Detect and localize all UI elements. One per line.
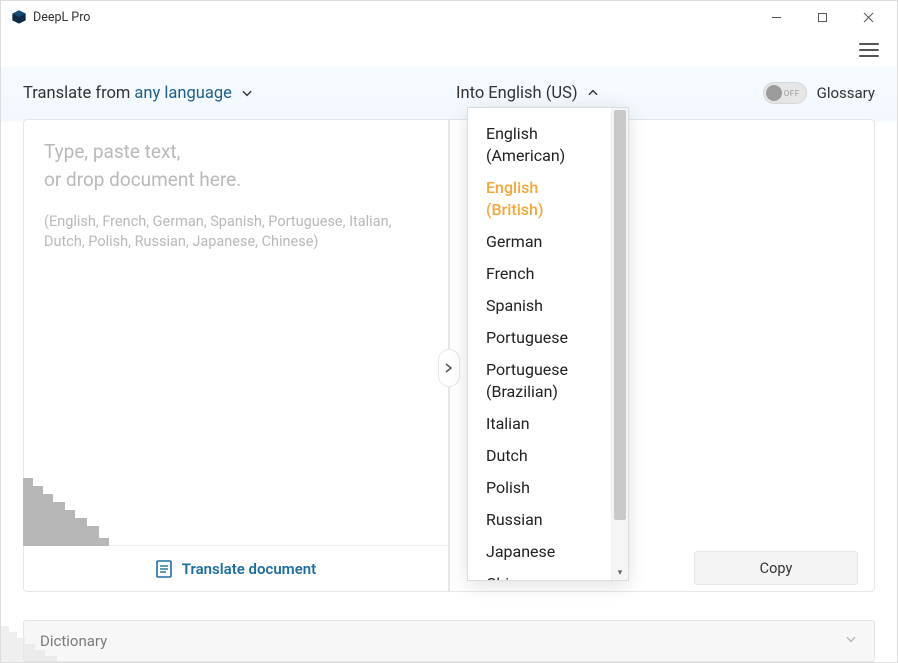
dropdown-item[interactable]: Portuguese [468,322,611,354]
dropdown-item[interactable]: Chinese [468,568,611,580]
watermark-icon [23,468,109,546]
dropdown-item[interactable]: German [468,226,611,258]
translation-body: Type, paste text, or drop document here.… [1,119,897,606]
dropdown-item[interactable]: Japanese [468,536,611,568]
scroll-down-arrow-icon[interactable]: ▾ [612,568,628,578]
corner-watermark-icon [1,620,57,662]
hamburger-menu-icon[interactable] [859,43,879,57]
copy-button[interactable]: Copy [694,551,858,585]
placeholder-line-2: or drop document here. [44,166,428,194]
language-header: Translate from any language Into English… [1,67,897,119]
app-logo-icon [11,9,27,25]
source-textarea[interactable]: Type, paste text, or drop document here.… [24,120,448,545]
toggle-knob [766,85,782,101]
dropdown-item[interactable]: Polish [468,472,611,504]
maximize-button[interactable] [799,1,845,33]
title-bar: DeepL Pro [1,1,897,33]
app-window: DeepL Pro Translate from any language In… [0,0,898,663]
close-button[interactable] [845,1,891,33]
minimize-button[interactable] [753,1,799,33]
dropdown-list[interactable]: English (American)English (British)Germa… [468,108,611,580]
chevron-down-icon [844,632,858,650]
glossary-toggle[interactable]: OFF [763,82,807,104]
dropdown-item[interactable]: Italian [468,408,611,440]
header-right: OFF Glossary [763,82,875,104]
source-pane: Type, paste text, or drop document here.… [23,119,449,592]
translate-document-button[interactable]: Translate document [24,545,448,591]
target-language-dropdown: English (American)English (British)Germa… [467,107,629,581]
scrollbar-thumb[interactable] [614,110,626,520]
chevron-down-icon [240,86,254,100]
source-language-selector[interactable]: Translate from any language [23,84,254,103]
dropdown-item[interactable]: English (American) [468,118,611,172]
window-controls [753,1,891,33]
copy-button-label: Copy [760,560,793,577]
placeholder-line-1: Type, paste text, [44,138,428,166]
dropdown-item[interactable]: French [468,258,611,290]
translate-document-label: Translate document [182,560,316,578]
placeholder-languages: (English, French, German, Spanish, Portu… [44,212,424,252]
chevron-up-icon [586,86,600,100]
menu-bar [1,33,897,67]
chevron-right-icon [445,363,453,373]
glossary-label: Glossary [817,84,875,102]
dropdown-item[interactable]: Spanish [468,290,611,322]
target-language-value: English (US) [488,84,577,103]
window-title: DeepL Pro [33,10,90,25]
dropdown-item[interactable]: English (British) [468,172,611,226]
document-icon [156,560,172,578]
target-language-prefix: Into [456,84,484,103]
source-language-value: any language [134,84,231,103]
dropdown-scrollbar[interactable]: ▾ [611,108,628,580]
toggle-state-label: OFF [784,89,800,98]
dropdown-item[interactable]: Portuguese (Brazilian) [468,354,611,408]
dictionary-panel[interactable]: Dictionary [23,620,875,662]
dropdown-item[interactable]: Russian [468,504,611,536]
target-language-selector[interactable]: Into English (US) [456,84,600,103]
dropdown-item[interactable]: Dutch [468,440,611,472]
source-language-prefix: Translate from [23,84,130,103]
swap-languages-button[interactable] [438,349,460,387]
